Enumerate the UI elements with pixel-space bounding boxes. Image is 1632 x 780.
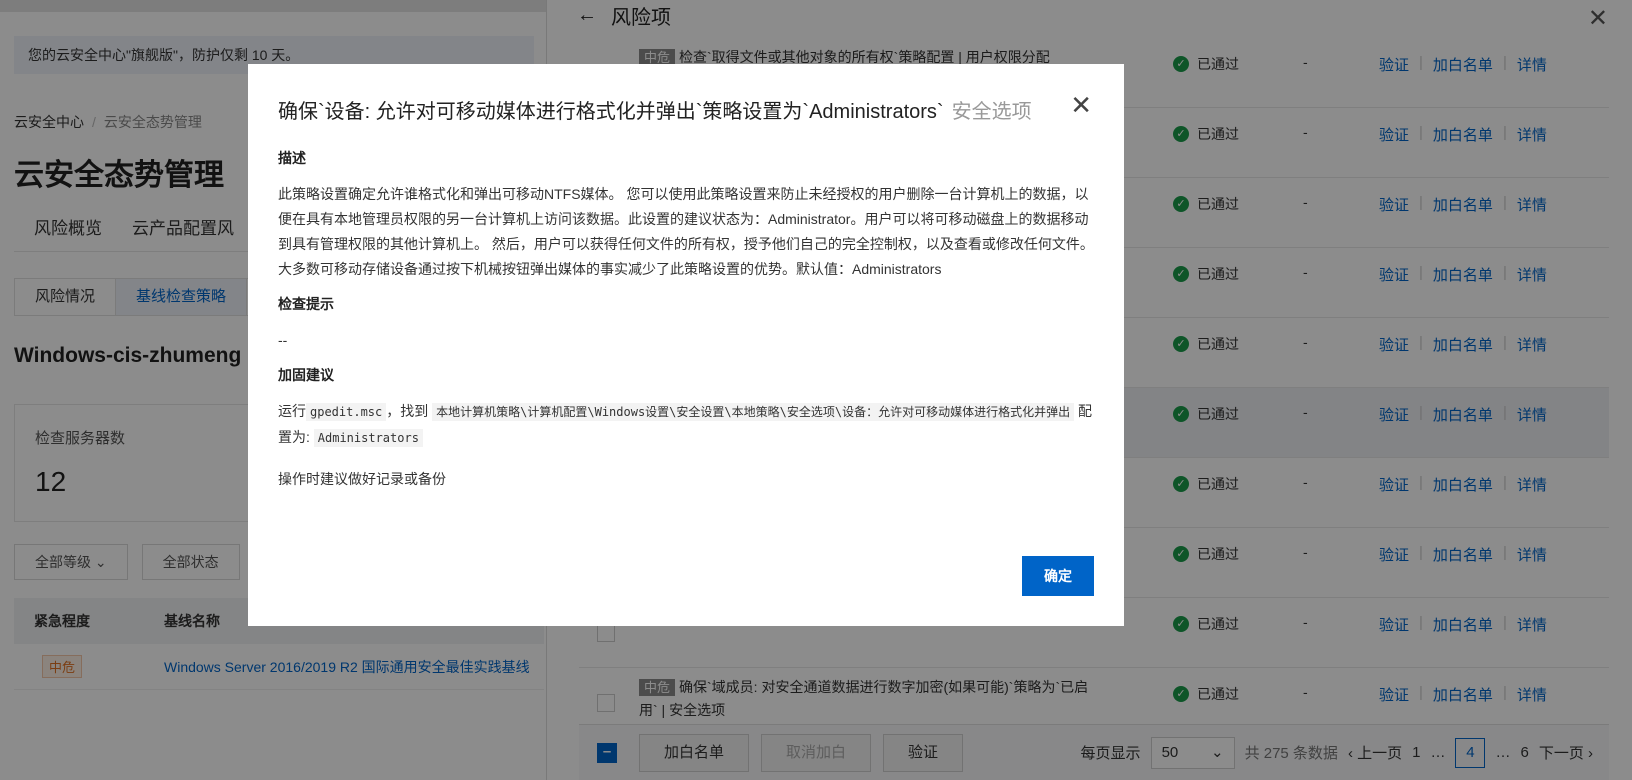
hint-text: --	[278, 332, 288, 348]
fix-find-label: ，找到	[386, 403, 429, 419]
modal-title: 确保`设备: 允许对可移动媒体进行格式化并弹出`策略设置为`Administra…	[278, 98, 1048, 126]
backup-note: 操作时建议做好记录或备份	[278, 471, 446, 487]
modal-footer: 确定	[1022, 556, 1094, 596]
fix-text: 运行 gpedit.msc ，找到 本地计算机策略\计算机配置\Windows设置\…	[278, 399, 1094, 451]
section-description-heading: 描述	[278, 150, 306, 166]
fix-value: Administrators	[313, 429, 423, 447]
section-hint-heading: 检查提示	[278, 296, 334, 312]
fix-run-label: 运行	[278, 403, 306, 419]
close-icon[interactable]: ✕	[1070, 92, 1092, 118]
detail-modal: 确保`设备: 允许对可移动媒体进行格式化并弹出`策略设置为`Administra…	[248, 64, 1124, 626]
modal-title-category: 安全选项	[951, 101, 1032, 123]
section-fix-heading: 加固建议	[278, 367, 334, 383]
modal-title-text: 确保`设备: 允许对可移动媒体进行格式化并弹出`策略设置为`Administra…	[278, 101, 944, 123]
fix-path: 本地计算机策略\计算机配置\Windows设置\安全设置\本地策略\安全选项\设…	[432, 403, 1075, 421]
fix-command: gpedit.msc	[306, 403, 387, 421]
confirm-button[interactable]: 确定	[1022, 556, 1094, 596]
description-text: 此策略设置确定允许谁格式化和弹出可移动NTFS媒体。 您可以使用此策略设置来防止…	[278, 186, 1094, 277]
